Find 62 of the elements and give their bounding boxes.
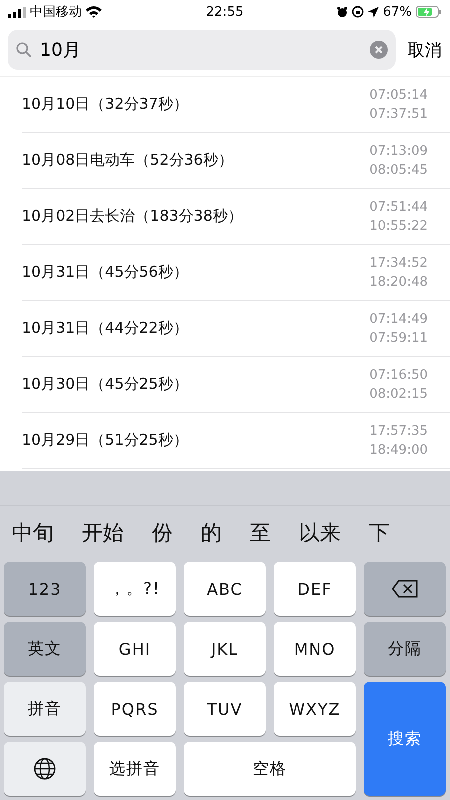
end-time: 08:05:45 [370, 162, 428, 178]
cancel-button[interactable]: 取消 [408, 38, 442, 62]
end-time: 18:49:00 [370, 442, 428, 458]
trip-title: 10月08日电动车（52分36秒） [22, 151, 234, 170]
end-time: 18:20:48 [370, 274, 428, 290]
keyboard-key[interactable]: MNO [274, 622, 356, 676]
battery-charging-icon [416, 6, 442, 18]
clear-icon[interactable] [370, 41, 388, 59]
end-time: 07:37:51 [370, 106, 428, 122]
location-icon [368, 6, 380, 18]
keyboard-key[interactable]: 选拼音 [94, 742, 176, 796]
keyboard-key[interactable]: PQRS [94, 682, 176, 736]
start-time: 07:13:09 [370, 144, 428, 158]
candidate-word[interactable]: 至 [250, 519, 271, 547]
keyboard-key[interactable]: 拼音 [4, 682, 86, 736]
end-time: 07:59:11 [370, 330, 428, 346]
trip-title: 10月31日（45分56秒） [22, 263, 190, 282]
start-time: 07:05:14 [370, 88, 428, 102]
start-time: 07:16:50 [370, 368, 428, 382]
candidate-word[interactable]: 份 [152, 519, 173, 547]
search-field[interactable]: 10月 [38, 38, 364, 62]
trip-title: 10月30日（45分25秒） [22, 375, 190, 394]
search-bar[interactable]: 10月 [8, 30, 396, 70]
keyboard-key[interactable]: 英文 [4, 622, 86, 676]
trip-title: 10月10日（32分37秒） [22, 95, 190, 114]
signal-icon [8, 6, 26, 18]
backspace-key[interactable] [364, 562, 446, 616]
globe-key[interactable] [4, 742, 86, 796]
trip-title: 10月29日（51分25秒） [22, 431, 190, 450]
status-time: 22:55 [206, 4, 244, 20]
carrier-name: 中国移动 [30, 4, 82, 21]
keyboard-key[interactable]: 搜索 [364, 682, 446, 796]
candidate-word[interactable]: 开始 [82, 519, 124, 547]
keyboard-key[interactable]: 123 [4, 562, 86, 616]
start-time: 07:51:44 [370, 200, 428, 214]
keyboard-key[interactable]: JKL [184, 622, 266, 676]
wifi-icon [86, 6, 102, 18]
candidate-word[interactable]: 下 [369, 519, 390, 547]
alarm-icon [337, 6, 348, 18]
keyboard-key[interactable]: TUV [184, 682, 266, 736]
candidate-word[interactable]: 的 [201, 519, 222, 547]
globe-icon [34, 758, 56, 780]
start-time: 07:14:49 [370, 312, 428, 326]
start-time: 17:34:52 [370, 256, 428, 270]
keyboard-key[interactable]: DEF [274, 562, 356, 616]
search-icon [16, 42, 32, 58]
keyboard-key[interactable]: 分隔 [364, 622, 446, 676]
end-time: 10:55:22 [370, 218, 428, 234]
candidate-word[interactable]: 中旬 [12, 519, 54, 547]
keyboard-key[interactable]: 空格 [184, 742, 356, 796]
keyboard-key[interactable]: GHI [94, 622, 176, 676]
backspace-icon [392, 580, 418, 598]
start-time: 17:57:35 [370, 424, 428, 438]
keyboard-key[interactable]: WXYZ [274, 682, 356, 736]
keyboard-key[interactable]: ABC [184, 562, 266, 616]
battery-percent: 67% [383, 4, 412, 20]
keyboard-key[interactable]: ，。?! [94, 562, 176, 616]
rotation-lock-icon [352, 6, 364, 18]
trip-title: 10月31日（44分22秒） [22, 319, 190, 338]
trip-title: 10月02日去长治（183分38秒） [22, 207, 244, 226]
candidate-word[interactable]: 以来 [299, 519, 341, 547]
end-time: 08:02:15 [370, 386, 428, 402]
